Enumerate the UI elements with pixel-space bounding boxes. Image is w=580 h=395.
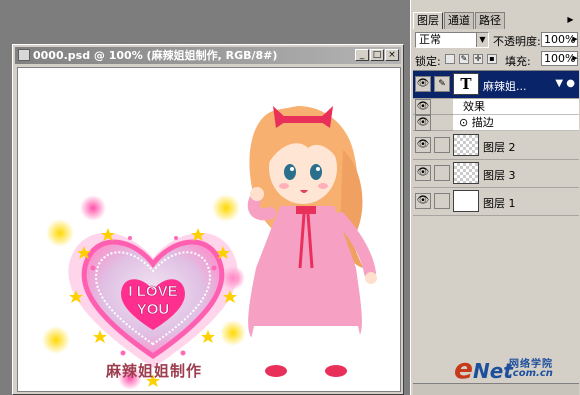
pink-dot <box>128 236 132 240</box>
stroke-effect-row[interactable]: 👁 ⊙ 描边 <box>413 115 579 131</box>
layer-row[interactable]: 👁 图层 1 <box>413 188 579 216</box>
brush-icon[interactable]: ✎ <box>434 76 450 92</box>
glow-dot <box>46 219 74 247</box>
document-window: 0000.psd @ 100% (麻辣姐姐制作, RGB/8#) _ □ × I… <box>12 44 404 395</box>
link-icon[interactable] <box>434 193 450 209</box>
effect-icon: ⊙ <box>459 116 472 129</box>
layer-thumbnail <box>453 134 479 156</box>
pink-dot <box>211 265 217 271</box>
watermark-url: .com.cn <box>509 368 553 379</box>
tab-layers[interactable]: 图层 <box>413 12 443 29</box>
lock-label: 锁定: <box>415 55 441 68</box>
layer-name: 图层 2 <box>483 141 516 154</box>
eye-highlight <box>316 167 320 171</box>
right-shoe <box>325 365 347 377</box>
right-leg <box>328 344 340 366</box>
maximize-button[interactable]: □ <box>370 49 384 61</box>
left-hand <box>250 187 264 201</box>
layers-palette: 图层 通道 路径 ▶ 正常 ▼ 不透明度: 100% ▶ 锁定: ✎ ✛ ▪ 填… <box>410 0 580 395</box>
document-title: 0000.psd @ 100% (麻辣姐姐制作, RGB/8#) <box>33 49 278 62</box>
dress-hem <box>250 326 362 344</box>
canvas[interactable]: I LOVE YOU 麻辣姐姐制作 <box>17 67 401 392</box>
layer-thumbnail <box>453 162 479 184</box>
eye-icon[interactable]: 👁 <box>415 76 431 92</box>
palette-menu-icon[interactable]: ▶ <box>565 15 576 26</box>
eye-icon[interactable]: 👁 <box>415 115 431 131</box>
fill-arrow-icon[interactable]: ▶ <box>571 51 579 66</box>
artwork: I LOVE YOU <box>42 106 377 390</box>
eye-highlight <box>290 167 294 171</box>
effects-icon[interactable]: ▼ ● <box>555 78 575 89</box>
palette-tabs: 图层 通道 路径 <box>413 12 506 29</box>
headband <box>280 116 328 123</box>
lock-transparency-icon[interactable] <box>445 54 455 64</box>
pink-dot <box>90 265 96 271</box>
layer-row[interactable]: 👁 图层 2 <box>413 132 579 160</box>
glow-dot <box>42 326 70 354</box>
blend-mode-select[interactable]: 正常 ▼ <box>415 32 489 48</box>
opacity-label: 不透明度: <box>493 35 541 48</box>
eye-icon[interactable]: 👁 <box>415 99 431 115</box>
watermark-e: e <box>454 352 473 385</box>
right-eye <box>310 164 322 180</box>
photoshop-document-icon <box>18 49 30 61</box>
layer-name: 麻辣姐... <box>483 80 527 93</box>
lock-pixels-icon[interactable]: ✎ <box>459 54 469 64</box>
left-eye <box>284 164 296 180</box>
stroke-label-text: 描边 <box>471 116 494 129</box>
workspace: 0000.psd @ 100% (麻辣姐姐制作, RGB/8#) _ □ × I… <box>0 0 580 395</box>
lock-all-icon[interactable]: ▪ <box>487 54 497 64</box>
eye-icon[interactable]: 👁 <box>415 165 431 181</box>
blush <box>279 183 289 189</box>
pink-dot <box>120 350 126 356</box>
layer-row-text[interactable]: 👁 ✎ T 麻辣姐... ▼ ● <box>413 71 579 99</box>
effects-row[interactable]: 👁 效果 <box>413 99 579 115</box>
glow-dot <box>220 320 246 346</box>
tab-paths[interactable]: 路径 <box>475 12 505 29</box>
text-layer-thumbnail: T <box>453 73 479 95</box>
document-title-bar[interactable]: 0000.psd @ 100% (麻辣姐姐制作, RGB/8#) <box>15 47 401 64</box>
watermark-net: Net <box>473 359 513 383</box>
heart-text-line1: I LOVE <box>128 283 177 300</box>
layer-thumbnail <box>453 190 479 212</box>
star <box>93 330 107 343</box>
left-leg <box>272 344 284 366</box>
artwork-caption: 麻辣姐姐制作 <box>106 362 203 380</box>
left-shoe <box>265 365 287 377</box>
heart-text-line2: YOU <box>137 301 170 318</box>
bow-tie <box>296 206 316 214</box>
right-hand <box>365 272 377 284</box>
effects-label: 效果 <box>453 99 579 115</box>
enet-watermark: eNet 网络学院 .com.cn <box>454 352 553 385</box>
lock-position-icon[interactable]: ✛ <box>473 54 483 64</box>
layer-name: 图层 3 <box>483 169 516 182</box>
layer-row[interactable]: 👁 图层 3 <box>413 160 579 188</box>
layer-name: 图层 1 <box>483 197 516 210</box>
link-icon[interactable] <box>434 137 450 153</box>
fill-label: 填充: <box>505 55 531 68</box>
minimize-button[interactable]: _ <box>355 49 369 61</box>
pink-dot <box>174 236 178 240</box>
glow-dot <box>80 195 106 221</box>
eye-icon[interactable]: 👁 <box>415 137 431 153</box>
tab-channels[interactable]: 通道 <box>444 12 474 29</box>
star <box>201 330 215 343</box>
close-button[interactable]: × <box>385 49 399 61</box>
pink-dot <box>180 350 186 356</box>
glow-dot <box>212 194 240 222</box>
blush <box>318 183 328 189</box>
girl-illustration <box>247 106 377 377</box>
eye-icon[interactable]: 👁 <box>415 193 431 209</box>
layers-list: 👁 ✎ T 麻辣姐... ▼ ● 👁 效果 👁 ⊙ 描边 👁 图层 2 👁 图层… <box>413 70 579 382</box>
chevron-down-icon: ▼ <box>476 33 488 47</box>
blend-mode-value: 正常 <box>419 33 441 46</box>
link-icon[interactable] <box>434 165 450 181</box>
stroke-label: ⊙ 描边 <box>453 115 579 131</box>
opacity-arrow-icon[interactable]: ▶ <box>571 32 579 47</box>
